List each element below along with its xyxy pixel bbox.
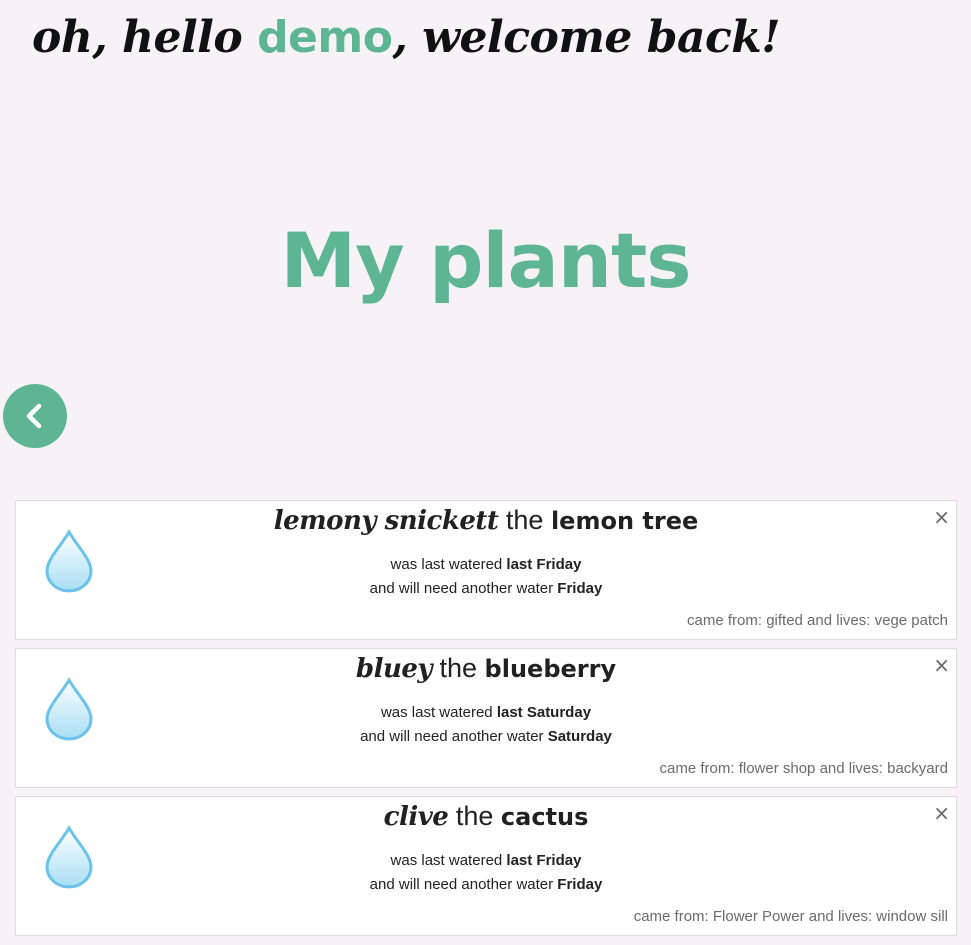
- lives-label: and lives:: [804, 908, 877, 925]
- next-water-text: and will need another water Friday: [16, 580, 956, 597]
- plant-card: lemony snickett the lemon tree was last …: [15, 500, 957, 640]
- plant-origin-location: came from: gifted and lives: vege patch: [687, 612, 948, 629]
- delete-plant-button[interactable]: ×: [933, 653, 950, 677]
- plant-connector: the: [432, 653, 485, 683]
- last-watered-value: last Friday: [506, 852, 582, 869]
- last-watered-prefix: was last watered: [390, 852, 507, 869]
- plant-title: lemony snickett the lemon tree: [16, 505, 956, 536]
- plant-title: bluey the blueberry: [16, 653, 956, 684]
- lives-label: and lives:: [815, 760, 888, 777]
- plant-nickname: lemony snickett: [273, 506, 499, 536]
- next-water-prefix: and will need another water: [369, 876, 558, 893]
- plant-list: lemony snickett the lemon tree was last …: [15, 500, 957, 944]
- greeting-prefix: oh, hello: [32, 12, 258, 63]
- delete-plant-button[interactable]: ×: [933, 505, 950, 529]
- plant-species: cactus: [500, 803, 589, 831]
- username: demo: [257, 12, 393, 63]
- plant-species: lemon tree: [550, 507, 699, 535]
- next-water-text: and will need another water Saturday: [16, 728, 956, 745]
- plant-card: clive the cactus was last watered last F…: [15, 796, 957, 936]
- next-water-text: and will need another water Friday: [16, 876, 956, 893]
- next-water-value: Friday: [557, 580, 603, 597]
- plant-nickname: clive: [383, 802, 449, 832]
- came-from-label: came from:: [687, 612, 767, 629]
- last-watered-text: was last watered last Friday: [16, 852, 956, 869]
- next-water-prefix: and will need another water: [369, 580, 558, 597]
- came-from-label: came from:: [633, 908, 713, 925]
- lives-value: window sill: [876, 908, 948, 925]
- delete-plant-button[interactable]: ×: [933, 801, 950, 825]
- plant-species: blueberry: [484, 655, 617, 683]
- next-water-value: Friday: [557, 876, 603, 893]
- next-water-value: Saturday: [547, 728, 612, 745]
- page-title: My plants: [280, 216, 691, 305]
- last-watered-text: was last watered last Saturday: [16, 704, 956, 721]
- plant-origin-location: came from: Flower Power and lives: windo…: [634, 908, 948, 925]
- greeting-suffix: , welcome back!: [392, 12, 781, 63]
- lives-value: backyard: [887, 760, 948, 777]
- plant-title: clive the cactus: [16, 801, 956, 832]
- last-watered-value: last Friday: [506, 556, 582, 573]
- plant-connector: the: [498, 505, 551, 535]
- welcome-heading: oh, hello demo, welcome back!: [32, 12, 781, 63]
- last-watered-text: was last watered last Friday: [16, 556, 956, 573]
- came-from-value: gifted: [766, 612, 803, 629]
- last-watered-value: last Saturday: [496, 704, 592, 721]
- came-from-value: flower shop: [738, 760, 816, 777]
- next-water-prefix: and will need another water: [360, 728, 548, 745]
- lives-label: and lives:: [802, 612, 875, 629]
- chevron-left-icon: [26, 403, 42, 429]
- plant-nickname: bluey: [355, 654, 433, 684]
- plant-origin-location: came from: flower shop and lives: backya…: [660, 760, 949, 777]
- came-from-label: came from:: [659, 760, 739, 777]
- came-from-value: Flower Power: [712, 908, 805, 925]
- last-watered-prefix: was last watered: [380, 704, 497, 721]
- last-watered-prefix: was last watered: [390, 556, 507, 573]
- plant-card: bluey the blueberry was last watered las…: [15, 648, 957, 788]
- lives-value: vege patch: [874, 612, 948, 629]
- plant-connector: the: [448, 801, 501, 831]
- back-button[interactable]: [3, 384, 67, 448]
